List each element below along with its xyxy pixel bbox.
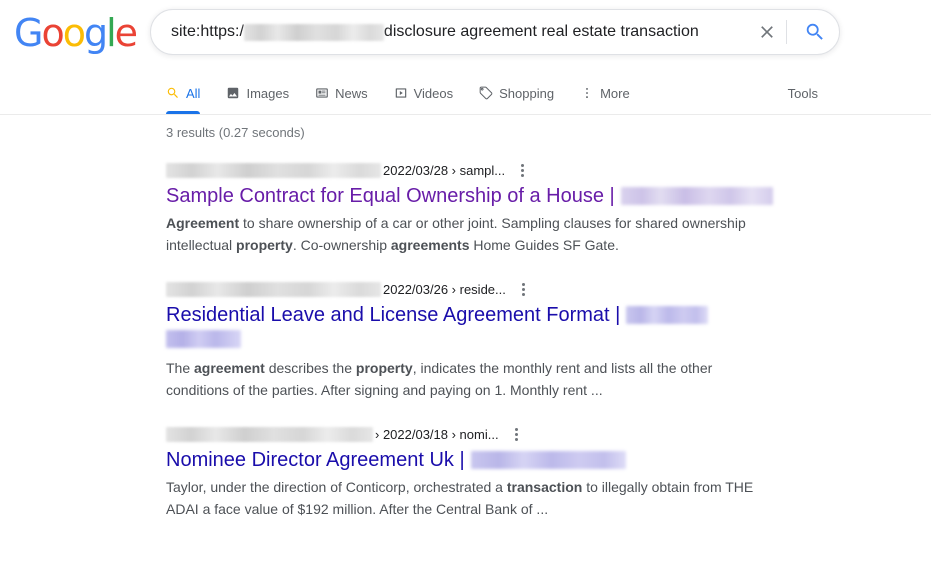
tag-icon	[479, 86, 493, 100]
result-url-row[interactable]: 2022/03/26 › reside...	[166, 280, 826, 298]
tab-videos-label: Videos	[413, 85, 454, 101]
search-results: 3 results (0.27 seconds) 2022/03/28 › sa…	[166, 125, 826, 544]
result-options-button[interactable]	[518, 282, 529, 296]
tab-all-label: All	[186, 85, 201, 101]
more-vertical-icon	[580, 86, 594, 100]
result-title-link[interactable]: Sample Contract for Equal Ownership of a…	[166, 183, 826, 209]
result-title-link[interactable]: Nominee Director Agreement Uk |	[166, 447, 826, 473]
result-title-text: Nominee Director Agreement Uk |	[166, 449, 465, 471]
result-snippet: Agreement to share ownership of a car or…	[166, 215, 746, 253]
page-header: Google site:https:/ disclosure agreement …	[0, 0, 931, 72]
redacted-url	[166, 162, 381, 178]
logo-letter-e: e	[114, 11, 138, 55]
search-input[interactable]: site:https:/ disclosure agreement real es…	[171, 20, 750, 44]
result-options-button[interactable]	[517, 163, 528, 177]
redacted-site-name	[620, 187, 773, 205]
result-breadcrumb: 2022/03/28 › sampl...	[383, 162, 506, 178]
result-options-button[interactable]	[511, 427, 522, 441]
search-result-item: › 2022/03/18 › nomi... Nominee Director …	[166, 425, 826, 520]
tab-images-label: Images	[246, 85, 290, 101]
search-query-suffix: disclosure agreement real estate transac…	[383, 23, 699, 40]
result-breadcrumb: › 2022/03/18 › nomi...	[375, 426, 499, 442]
result-title-link[interactable]: Residential Leave and License Agreement …	[166, 302, 826, 348]
logo-letter-o1: o	[41, 11, 64, 55]
redacted-site-name	[626, 306, 709, 324]
redacted-domain	[243, 23, 384, 41]
result-stats: 3 results (0.27 seconds)	[166, 125, 305, 140]
search-result-item: 2022/03/26 › reside... Residential Leave…	[166, 280, 826, 401]
tab-more[interactable]: More	[580, 72, 630, 114]
tab-all[interactable]: All	[166, 72, 201, 114]
video-icon	[394, 86, 408, 100]
search-bar[interactable]: site:https:/ disclosure agreement real es…	[150, 9, 840, 55]
tab-videos[interactable]: Videos	[394, 72, 454, 114]
tab-news-label: News	[335, 85, 368, 101]
result-title-text: Sample Contract for Equal Ownership of a…	[166, 185, 615, 207]
search-query-prefix: site:https:/	[171, 23, 244, 40]
tab-images[interactable]: Images	[226, 72, 289, 114]
tab-shopping[interactable]: Shopping	[479, 72, 554, 114]
search-tabs-bar: All Images News Videos Shopping More Too…	[0, 72, 931, 115]
google-logo[interactable]: Google	[14, 11, 138, 55]
search-icon	[166, 86, 180, 100]
close-icon	[761, 26, 773, 38]
redacted-url	[166, 426, 373, 442]
result-snippet: Taylor, under the direction of Conticorp…	[166, 479, 754, 517]
clear-search-button[interactable]	[750, 22, 784, 42]
tab-news[interactable]: News	[315, 72, 368, 114]
redacted-url	[166, 281, 381, 297]
logo-letter-g2: g	[83, 11, 108, 55]
redacted-site-name	[470, 451, 626, 469]
result-breadcrumb: 2022/03/26 › reside...	[383, 281, 506, 297]
result-url-row[interactable]: › 2022/03/18 › nomi...	[166, 425, 826, 443]
search-icon	[806, 23, 823, 40]
logo-letter-o2: o	[62, 11, 86, 55]
logo-letter-g1: G	[14, 11, 43, 55]
search-tabs: All Images News Videos Shopping More	[166, 72, 656, 114]
tab-more-label: More	[600, 85, 630, 101]
tools-label: Tools	[787, 85, 818, 101]
image-icon	[226, 86, 240, 100]
search-submit-button[interactable]	[791, 21, 839, 43]
search-result-item: 2022/03/28 › sampl... Sample Contract fo…	[166, 161, 826, 256]
result-title-text: Residential Leave and License Agreement …	[166, 304, 621, 326]
tools-button[interactable]: Tools	[788, 72, 818, 114]
search-divider	[786, 20, 787, 44]
result-snippet: The agreement describes the property, in…	[166, 360, 713, 398]
logo-letter-l: l	[106, 11, 116, 55]
redacted-site-name-line2	[166, 330, 241, 348]
result-url-row[interactable]: 2022/03/28 › sampl...	[166, 161, 826, 179]
news-icon	[315, 86, 329, 100]
tab-shopping-label: Shopping	[499, 85, 555, 101]
